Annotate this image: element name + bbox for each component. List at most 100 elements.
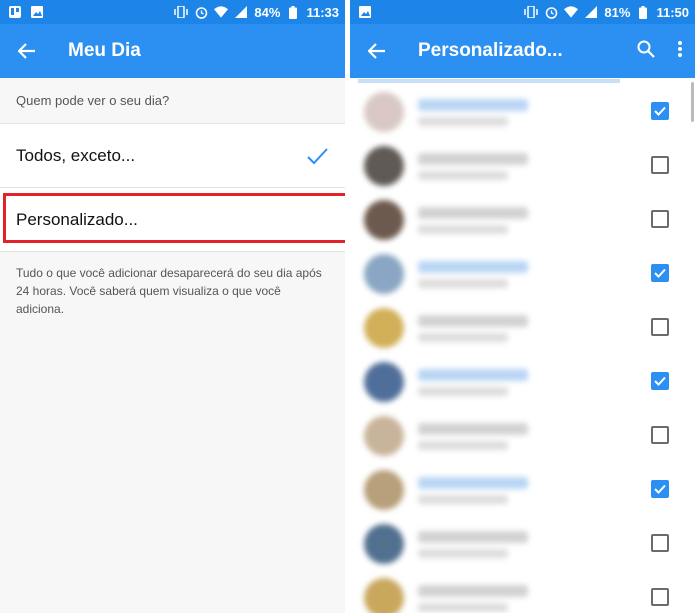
app-bar: Meu Dia [0, 24, 345, 78]
contact-checkbox[interactable] [651, 480, 669, 498]
contact-name-blurred [418, 314, 528, 327]
contact-checkbox[interactable] [651, 156, 669, 174]
avatar [364, 308, 404, 348]
contact-subtitle-blurred [418, 548, 508, 558]
contact-row[interactable] [350, 247, 695, 301]
contact-subtitle-blurred [418, 386, 508, 396]
contact-name-blurred [418, 206, 528, 219]
contact-subtitle-blurred [418, 332, 508, 342]
contact-name-blurred [418, 152, 528, 165]
option-todos-exceto[interactable]: Todos, exceto... [0, 124, 345, 188]
battery-percent: 84% [254, 4, 281, 20]
check-icon [305, 144, 329, 168]
contact-name-blurred [418, 260, 528, 273]
check-icon [654, 106, 666, 116]
contact-text-blurred [418, 152, 528, 180]
contact-checkbox[interactable] [651, 318, 669, 336]
avatar [364, 416, 404, 456]
avatar [364, 92, 404, 132]
contact-name-blurred [418, 530, 528, 543]
contact-text-blurred [418, 314, 528, 342]
avatar [364, 578, 404, 613]
status-bar: 84% 11:33 [0, 0, 345, 24]
contact-name-blurred [418, 476, 528, 489]
avatar [364, 200, 404, 240]
contact-subtitle-blurred [418, 494, 508, 504]
contact-subtitle-blurred [418, 116, 508, 126]
signal-icon [234, 5, 248, 19]
contact-text-blurred [418, 260, 528, 288]
contact-row[interactable] [350, 409, 695, 463]
image-icon [30, 5, 44, 19]
page-title: Personalizado... [418, 40, 563, 61]
contact-checkbox[interactable] [651, 588, 669, 606]
contact-checkbox[interactable] [651, 426, 669, 444]
contact-subtitle-blurred [418, 170, 508, 180]
contact-checkbox[interactable] [651, 534, 669, 552]
contact-name-blurred [418, 98, 528, 111]
image-icon [358, 5, 372, 19]
contact-name-blurred [418, 422, 528, 435]
avatar [364, 254, 404, 294]
left-screen: 84% 11:33 Meu Dia Quem pode ver o seu di… [0, 0, 345, 613]
app-bar: Personalizado... [350, 24, 695, 78]
contact-checkbox[interactable] [651, 102, 669, 120]
contact-text-blurred [418, 476, 528, 504]
signal-icon [584, 5, 598, 19]
contact-text-blurred [418, 530, 528, 558]
alarm-icon [544, 5, 558, 19]
battery-icon [636, 5, 650, 19]
info-note: Tudo o que você adicionar desaparecerá d… [0, 252, 345, 330]
contact-row[interactable] [350, 463, 695, 517]
status-bar: 81% 11:50 [350, 0, 695, 24]
scroll-indicator [358, 79, 620, 83]
status-time: 11:33 [306, 4, 339, 20]
more-vert-icon[interactable] [677, 40, 683, 63]
contact-name-blurred [418, 368, 528, 381]
arrow-left-icon[interactable] [12, 36, 42, 66]
contact-subtitle-blurred [418, 440, 508, 450]
check-icon [654, 376, 666, 386]
check-icon [654, 268, 666, 278]
contact-name-blurred [418, 584, 528, 597]
section-header: Quem pode ver o seu dia? [0, 78, 345, 124]
contact-subtitle-blurred [418, 278, 508, 288]
right-screen: 81% 11:50 Personalizado... [350, 0, 695, 613]
battery-percent: 81% [604, 4, 631, 20]
avatar [364, 362, 404, 402]
check-icon [654, 484, 666, 494]
contact-list [350, 85, 695, 613]
arrow-left-icon[interactable] [362, 36, 392, 66]
wifi-icon [564, 5, 579, 19]
contact-text-blurred [418, 584, 528, 612]
contact-row[interactable] [350, 571, 695, 613]
contact-checkbox[interactable] [651, 372, 669, 390]
contact-row[interactable] [350, 139, 695, 193]
contact-row[interactable] [350, 193, 695, 247]
contact-text-blurred [418, 368, 528, 396]
contact-row[interactable] [350, 355, 695, 409]
avatar [364, 524, 404, 564]
contact-row[interactable] [350, 301, 695, 355]
option-label: Todos, exceto... [16, 145, 136, 165]
contact-subtitle-blurred [418, 224, 508, 234]
contact-text-blurred [418, 206, 528, 234]
wifi-icon [214, 5, 229, 19]
contact-checkbox[interactable] [651, 264, 669, 282]
contact-text-blurred [418, 98, 528, 126]
vibrate-icon [174, 5, 189, 19]
contact-checkbox[interactable] [651, 210, 669, 228]
contact-row[interactable] [350, 517, 695, 571]
contact-row[interactable] [350, 85, 695, 139]
alarm-icon [194, 5, 208, 19]
trello-icon [8, 5, 22, 19]
battery-icon [286, 5, 300, 19]
option-personalizado[interactable]: Personalizado... [0, 188, 345, 252]
vibrate-icon [524, 5, 539, 19]
avatar [364, 470, 404, 510]
avatar [364, 146, 404, 186]
search-icon[interactable] [637, 40, 655, 63]
contact-text-blurred [418, 422, 528, 450]
contact-subtitle-blurred [418, 602, 508, 612]
status-time: 11:50 [656, 4, 689, 20]
